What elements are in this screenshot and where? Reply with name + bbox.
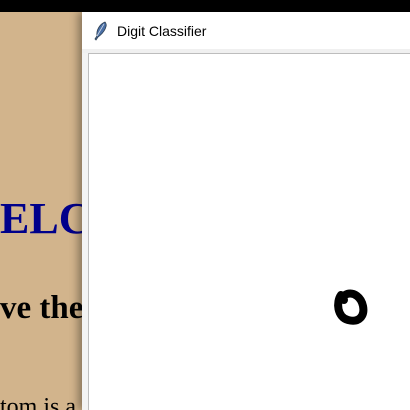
background-heading-1: ELC xyxy=(0,194,90,243)
feather-icon xyxy=(93,21,109,41)
background-heading-2: ve the xyxy=(0,290,84,326)
window-title-bar[interactable]: Digit Classifier xyxy=(82,12,410,49)
screen-top-bar xyxy=(0,0,410,12)
digit-stroke xyxy=(334,289,368,325)
background-paragraph: tom is a xyxy=(0,394,76,410)
digit-classifier-window[interactable]: Digit Classifier xyxy=(82,12,410,410)
window-title: Digit Classifier xyxy=(117,22,207,39)
background-web-page: ELC ve the tom is a xyxy=(0,12,90,410)
drawing-canvas[interactable] xyxy=(88,53,410,410)
